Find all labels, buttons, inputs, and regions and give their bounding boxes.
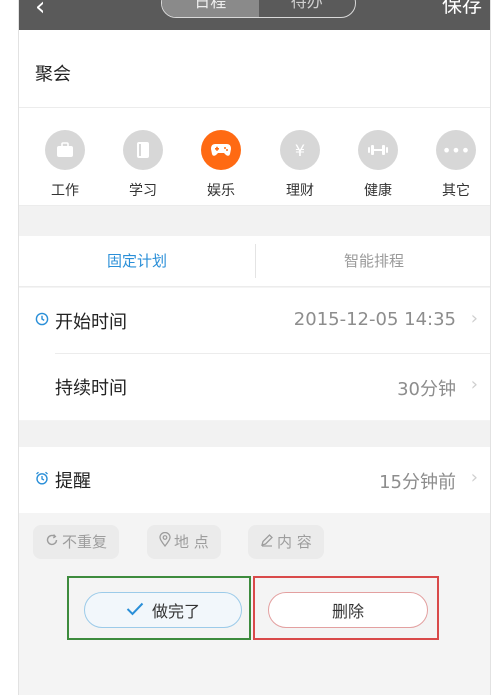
top-bar: ‹ 日程 待办 保存 <box>19 0 490 30</box>
tab-todo[interactable]: 待办 <box>259 0 356 17</box>
action-area: 做完了 删除 <box>19 575 490 695</box>
category-selector: 工作 学习 娱乐 ¥ 理财 健康 ••• 其它 <box>19 108 490 206</box>
book-icon <box>123 130 163 170</box>
location-pin-icon <box>159 525 171 559</box>
section-gap <box>19 206 490 236</box>
reminder-value: 15分钟前 <box>379 472 456 493</box>
yen-icon: ¥ <box>280 130 320 170</box>
briefcase-icon <box>45 130 85 170</box>
done-button[interactable]: 做完了 <box>84 592 242 628</box>
gamepad-icon <box>201 130 241 170</box>
repeat-chip[interactable]: 不重复 <box>33 525 120 559</box>
repeat-chip-label: 不重复 <box>62 533 108 551</box>
category-label: 工作 <box>51 183 79 199</box>
alarm-clock-icon <box>35 471 49 485</box>
phone-screen: ‹ 日程 待办 保存 聚会 工作 学习 娱乐 ¥ 理财 健康 ••• 其它 固定… <box>18 0 491 695</box>
plan-mode-tabs: 固定计划 智能排程 <box>19 236 490 287</box>
mode-segmented-control: 日程 待办 <box>161 0 356 18</box>
category-work[interactable]: 工作 <box>35 130 95 200</box>
duration-label: 持续时间 <box>55 378 127 399</box>
event-title-row[interactable]: 聚会 <box>19 30 490 108</box>
chevron-right-icon: › <box>470 374 478 395</box>
option-chips: 不重复 地 点 内 容 <box>19 513 490 575</box>
back-icon[interactable]: ‹ <box>35 0 65 24</box>
category-label: 学习 <box>129 183 157 199</box>
category-label: 理财 <box>286 183 314 199</box>
tab-fixed-plan[interactable]: 固定计划 <box>19 236 255 287</box>
delete-button-label: 删除 <box>331 602 364 621</box>
event-title[interactable]: 聚会 <box>35 60 71 86</box>
category-label: 娱乐 <box>207 183 235 199</box>
start-time-label: 开始时间 <box>55 312 127 333</box>
check-icon <box>126 600 144 621</box>
done-button-label: 做完了 <box>151 602 200 621</box>
location-chip[interactable]: 地 点 <box>147 525 221 559</box>
reminder-row[interactable]: 提醒 15分钟前 › <box>19 447 490 513</box>
start-time-value: 2015-12-05 14:35 <box>293 309 456 330</box>
delete-button[interactable]: 删除 <box>268 592 428 628</box>
chevron-right-icon: › <box>470 467 478 488</box>
duration-row[interactable]: 持续时间 30分钟 › <box>19 354 490 420</box>
save-button[interactable]: 保存 <box>442 0 482 18</box>
more-icon: ••• <box>436 130 476 170</box>
content-chip[interactable]: 内 容 <box>248 525 324 559</box>
start-time-row[interactable]: 开始时间 2015-12-05 14:35 › <box>19 288 490 354</box>
category-label: 其它 <box>442 183 470 199</box>
chevron-right-icon: › <box>470 308 478 329</box>
category-entertainment[interactable]: 娱乐 <box>191 130 251 200</box>
category-study[interactable]: 学习 <box>113 130 173 200</box>
duration-value: 30分钟 <box>397 379 456 400</box>
tab-smart-scheduling[interactable]: 智能排程 <box>256 236 490 287</box>
section-gap <box>19 421 490 447</box>
tab-schedule[interactable]: 日程 <box>162 0 259 17</box>
pencil-icon <box>260 525 274 559</box>
category-health[interactable]: 健康 <box>348 130 408 200</box>
location-chip-label: 地 点 <box>174 533 209 551</box>
reminder-label: 提醒 <box>55 471 91 492</box>
clock-icon <box>35 312 49 326</box>
repeat-icon <box>45 525 59 559</box>
content-chip-label: 内 容 <box>277 533 312 551</box>
category-other[interactable]: ••• 其它 <box>426 130 486 200</box>
dumbbell-icon <box>358 130 398 170</box>
category-label: 健康 <box>364 183 392 199</box>
category-finance[interactable]: ¥ 理财 <box>270 130 330 200</box>
